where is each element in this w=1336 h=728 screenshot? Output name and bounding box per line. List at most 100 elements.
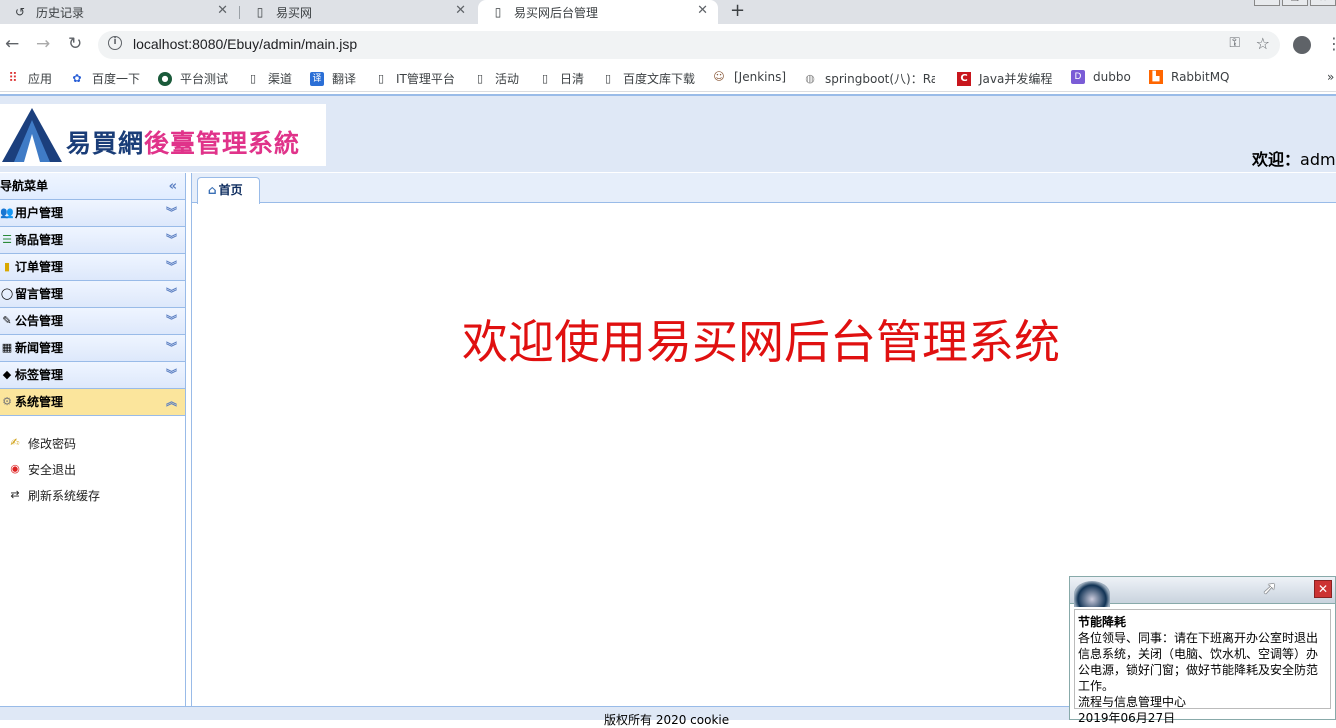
bookmark-item[interactable]: ☺ [Jenkins] — [712, 70, 786, 84]
new-tab-button[interactable]: + — [730, 0, 745, 22]
welcome-username: admi — [1300, 150, 1336, 169]
sidebar-item-label: 系统管理 — [15, 395, 64, 409]
more-bookmarks-button[interactable]: » — [1327, 70, 1334, 84]
bookmark-label: 百度一下 — [92, 72, 141, 86]
close-icon[interactable]: ✕ — [1314, 580, 1332, 598]
sidebar-item-label: 用户管理 — [15, 206, 64, 220]
info-icon[interactable]: i — [108, 36, 122, 50]
close-window-icon[interactable]: ✕ — [1310, 0, 1336, 6]
url-text[interactable]: localhost:8080/Ebuy/admin/main.jsp — [133, 36, 357, 52]
browser-tab-label: 易买网后台管理 — [514, 5, 599, 20]
bookmark-label: IT管理平台 — [396, 72, 455, 86]
chevron-down-icon[interactable]: ︾ — [166, 254, 177, 280]
key-icon[interactable]: ⚿ — [1229, 35, 1240, 51]
tab-home[interactable]: ⌂ 首页 — [197, 177, 260, 204]
submenu-change-password[interactable]: ✍ 修改密码 — [0, 430, 185, 456]
welcome-label: 欢迎： — [1252, 150, 1301, 169]
chevron-up-icon[interactable]: ︽ — [166, 389, 177, 415]
refresh-icon: ⇄ — [10, 488, 20, 501]
chevron-down-icon[interactable]: ︾ — [166, 227, 177, 253]
bookmark-label: 应用 — [28, 72, 53, 86]
bookmark-label: [Jenkins] — [734, 70, 787, 84]
bookmark-item[interactable]: ▯ 百度文库下载 — [601, 70, 695, 87]
notice-date: 2019年06月27日 — [1078, 711, 1176, 725]
browser-tab-history[interactable]: ↺ 历史记录 ✕ — [0, 0, 238, 24]
bookmark-item[interactable]: ▙ RabbitMQ — [1149, 70, 1230, 84]
logo-text: 易買網後臺管理系統 — [66, 124, 300, 160]
sidebar-item-tags[interactable]: ◆ 标签管理 ︾ — [0, 362, 185, 389]
home-icon: ⌂ — [208, 183, 217, 197]
menu-dots-icon[interactable]: ⋮ — [1326, 34, 1336, 54]
notice-logo-icon — [1074, 581, 1110, 607]
sidebar-item-system[interactable]: ⚙ 系统管理 ︽ — [0, 389, 185, 416]
reload-button[interactable]: ↻ — [68, 34, 82, 54]
bookmarks-bar: ⠿ 应用 ✿ 百度一下 ● 平台测试 ▯ 渠道 译 翻译 ▯ IT管理平台 ▯ … — [0, 64, 1336, 92]
dubbo-icon: D — [1071, 70, 1085, 84]
baidu-icon: ✿ — [72, 71, 82, 85]
close-icon[interactable]: ✕ — [697, 3, 708, 18]
close-icon[interactable]: ✕ — [217, 3, 228, 18]
bookmark-item[interactable]: ⠿ 应用 — [6, 70, 52, 87]
submenu-label: 安全退出 — [28, 462, 77, 477]
submenu-label: 刷新系统缓存 — [28, 488, 101, 503]
sidebar-item-orders[interactable]: ▮ 订单管理 ︾ — [0, 254, 185, 281]
submenu-label: 修改密码 — [28, 436, 77, 451]
restore-icon[interactable]: ❐ — [1282, 0, 1308, 6]
notice-titlebar: ✕ — [1070, 577, 1335, 607]
logo-text-part2: 後臺管理系統 — [144, 129, 301, 158]
bookmark-label: 活动 — [495, 72, 520, 86]
profile-avatar-icon[interactable] — [1293, 36, 1311, 54]
notice-title: 节能降耗 — [1078, 615, 1127, 629]
star-icon[interactable]: ☆ — [1256, 34, 1270, 53]
sidebar-item-products[interactable]: ☰ 商品管理 ︾ — [0, 227, 185, 254]
submenu-refresh-cache[interactable]: ⇄ 刷新系统缓存 — [0, 482, 185, 508]
chevron-down-icon[interactable]: ︾ — [166, 281, 177, 307]
chevron-down-icon[interactable]: ︾ — [166, 308, 177, 334]
browser-tab-ebuy[interactable]: ▯ 易买网 ✕ — [240, 0, 476, 24]
browser-tab-label: 历史记录 — [36, 5, 85, 20]
message-icon: ◯ — [0, 287, 14, 300]
csdn-icon: C — [957, 71, 971, 86]
system-submenu: ✍ 修改密码 ◉ 安全退出 ⇄ 刷新系统缓存 — [0, 416, 185, 508]
forward-button[interactable]: → — [36, 34, 50, 54]
chevron-down-icon[interactable]: ︾ — [166, 200, 177, 226]
bookmark-item[interactable]: D dubbo — [1071, 70, 1131, 84]
browser-tab-admin[interactable]: ▯ 易买网后台管理 ✕ — [478, 0, 718, 24]
logo-triangle-icon — [2, 108, 62, 162]
bookmark-label: 渠道 — [268, 72, 293, 86]
history-icon: ↺ — [14, 5, 26, 19]
jenkins-icon: ☺ — [713, 70, 725, 83]
password-icon: ✍ — [10, 436, 20, 449]
collapse-icon[interactable]: « — [169, 173, 177, 200]
bookmark-item[interactable]: 译 翻译 — [310, 70, 356, 87]
bookmark-item[interactable]: ◍ springboot(八)：Ra — [803, 70, 935, 87]
page-icon: ▯ — [377, 71, 385, 85]
sidebar-item-messages[interactable]: ◯ 留言管理 ︾ — [0, 281, 185, 308]
close-icon[interactable]: ✕ — [455, 3, 466, 18]
sidebar-item-users[interactable]: 👥 用户管理 ︾ — [0, 200, 185, 227]
sidebar-item-news[interactable]: ▦ 新闻管理 ︾ — [0, 335, 185, 362]
mouse-cursor-icon: ➚ — [1262, 578, 1278, 599]
bookmark-item[interactable]: ▯ 日清 — [538, 70, 584, 87]
bookmark-item[interactable]: ● 平台测试 — [158, 70, 228, 87]
chevron-down-icon[interactable]: ︾ — [166, 335, 177, 361]
sidebar-item-notices[interactable]: ✎ 公告管理 ︾ — [0, 308, 185, 335]
address-bar[interactable]: i localhost:8080/Ebuy/admin/main.jsp ⚿ ☆ — [98, 31, 1280, 59]
users-icon: 👥 — [0, 206, 14, 219]
bookmark-item[interactable]: C Java并发编程 — [957, 70, 1052, 87]
bookmark-label: 日清 — [560, 72, 585, 86]
page-icon: ▯ — [494, 5, 502, 19]
content-tab-strip: ⌂ 首页 — [192, 173, 1336, 204]
bookmark-item[interactable]: ▯ IT管理平台 — [374, 70, 455, 87]
list-icon: ☰ — [2, 233, 12, 246]
minimize-icon[interactable]: – — [1254, 0, 1280, 6]
sidebar-item-label: 新闻管理 — [15, 341, 64, 355]
chevron-down-icon[interactable]: ︾ — [166, 362, 177, 388]
bookmark-item[interactable]: ✿ 百度一下 — [70, 70, 140, 87]
back-button[interactable]: ← — [5, 34, 19, 54]
notice-body: 节能降耗 各位领导、同事：请在下班离开办公室时退出信息系统，关闭（电脑、饮水机、… — [1074, 609, 1331, 725]
page-icon: ▯ — [541, 71, 549, 85]
submenu-logout[interactable]: ◉ 安全退出 — [0, 456, 185, 482]
bookmark-item[interactable]: ▯ 渠道 — [246, 70, 292, 87]
bookmark-item[interactable]: ▯ 活动 — [473, 70, 519, 87]
